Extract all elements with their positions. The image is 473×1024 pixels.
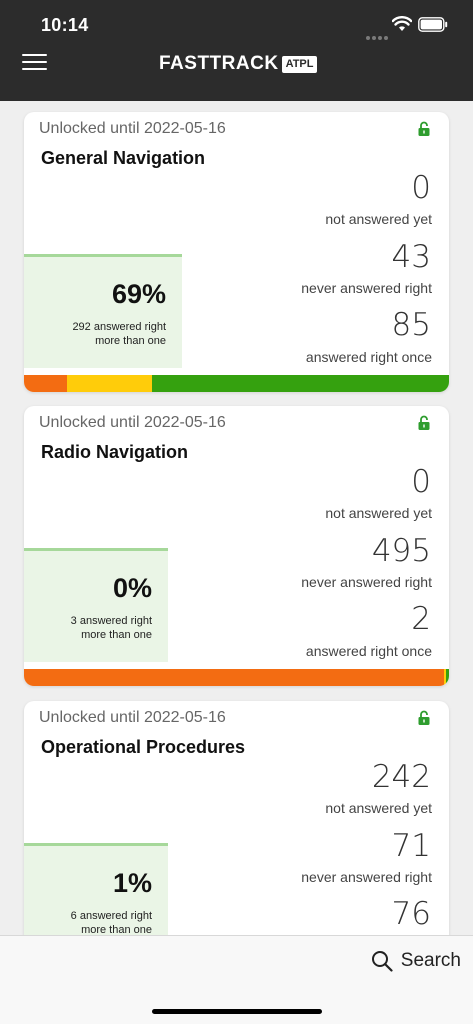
not-answered-label: not answered yet	[325, 211, 432, 227]
progress-segment-1	[24, 669, 444, 686]
score-percentage: 69%	[111, 279, 166, 309]
score-note: 3 answered right more than one	[24, 614, 152, 642]
brand-badge: ATPL	[281, 55, 318, 73]
battery-icon	[418, 17, 448, 32]
score-percentage: 0%	[112, 573, 152, 603]
progress-segment-2	[66, 375, 152, 392]
unlocked-lock-icon	[418, 710, 430, 725]
subject-title: Operational Procedures	[41, 737, 246, 757]
home-indicator	[152, 1009, 322, 1014]
unlocked-lock-icon	[418, 415, 430, 430]
right-once-label: answered right once	[305, 643, 432, 659]
score-box: 69% 292 answered right more than one	[24, 254, 182, 368]
score-percentage: 1%	[112, 868, 152, 898]
score-note-line-2: more than one	[95, 335, 166, 347]
right-once-label: answered right once	[305, 349, 432, 365]
right-once-count: 2	[411, 601, 431, 637]
never-right-count: 43	[391, 239, 431, 275]
score-box: 0% 3 answered right more than one	[24, 548, 168, 662]
not-answered-count: 242	[371, 759, 431, 795]
progress-segment-3	[445, 669, 449, 686]
unlock-date: Unlocked until 2022-05-16	[39, 120, 226, 137]
brand-logo: FASTTRACK ATPL	[159, 52, 318, 76]
wifi-icon	[392, 16, 412, 31]
not-answered-count: 0	[411, 170, 431, 206]
search-button[interactable]: Search	[371, 948, 461, 974]
not-answered-label: not answered yet	[325, 505, 432, 521]
progress-bar	[24, 375, 449, 392]
score-note-line-2: more than one	[81, 629, 152, 641]
never-right-count: 495	[371, 533, 431, 569]
score-note-line-1: 6 answered right	[70, 910, 152, 922]
subject-card[interactable]: Unlocked until 2022-05-16 General Naviga…	[24, 112, 449, 392]
score-note-line-1: 292 answered right	[72, 321, 166, 333]
unlocked-lock-icon	[418, 121, 430, 136]
status-time: 10:14	[41, 15, 89, 35]
hamburger-menu-icon[interactable]	[22, 54, 47, 71]
right-once-count: 76	[391, 896, 431, 932]
search-label: Search	[400, 950, 461, 971]
right-once-count: 85	[391, 307, 431, 343]
progress-segment-3	[151, 375, 449, 392]
subject-card[interactable]: Unlocked until 2022-05-16 Radio Navigati…	[24, 406, 449, 686]
subject-title: General Navigation	[41, 148, 206, 168]
unlock-date: Unlocked until 2022-05-16	[39, 709, 226, 726]
progress-bar	[24, 669, 449, 686]
app-header: 10:14 FASTTRACK ATPL	[0, 0, 473, 101]
brand-name: FASTTRACK	[159, 53, 279, 74]
not-answered-count: 0	[411, 464, 431, 500]
bottom-toolbar: Search	[0, 935, 473, 1024]
never-right-label: never answered right	[301, 280, 432, 296]
score-note: 292 answered right more than one	[24, 320, 166, 348]
unlock-date: Unlocked until 2022-05-16	[39, 414, 226, 431]
never-right-count: 71	[391, 828, 431, 864]
score-note-line-1: 3 answered right	[70, 615, 152, 627]
subject-title: Radio Navigation	[41, 442, 189, 462]
search-icon	[371, 951, 393, 972]
score-note: 6 answered right more than one	[24, 909, 152, 937]
never-right-label: never answered right	[301, 574, 432, 590]
cellular-signal-icon	[366, 27, 390, 40]
not-answered-label: not answered yet	[325, 800, 432, 816]
progress-segment-1	[24, 375, 67, 392]
never-right-label: never answered right	[301, 869, 432, 885]
